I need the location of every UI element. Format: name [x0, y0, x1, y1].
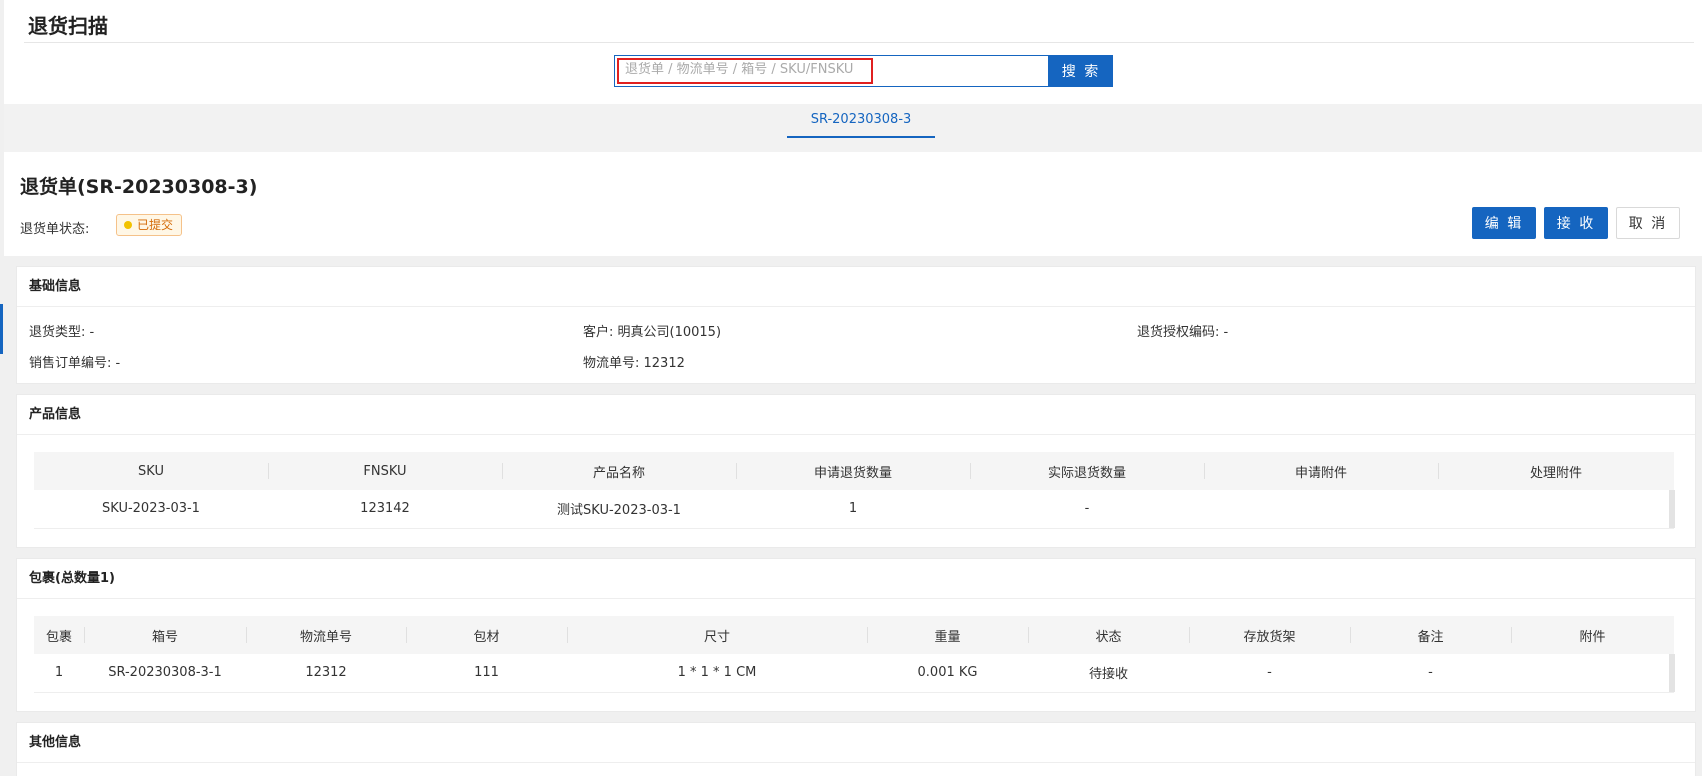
col-process-attachments: 处理附件	[1438, 452, 1674, 490]
cell-actual-qty: -	[970, 490, 1204, 529]
col-package: 包裹	[34, 616, 84, 654]
cell-weight: 0.001 KG	[867, 654, 1028, 693]
col-weight: 重量	[867, 616, 1028, 654]
col-dimensions: 尺寸	[567, 616, 867, 654]
cell-storage-shelf: -	[1189, 654, 1350, 693]
col-status: 状态	[1028, 616, 1189, 654]
col-product-name: 产品名称	[502, 452, 736, 490]
tab-strip: SR-20230308-3	[4, 104, 1702, 152]
col-box-no: 箱号	[84, 616, 246, 654]
col-actual-qty: 实际退货数量	[970, 452, 1204, 490]
table-row: 1 SR-20230308-3-1 12312 111 1 * 1 * 1 CM…	[34, 654, 1674, 693]
cell-package: 1	[34, 654, 84, 693]
search-box[interactable]	[614, 55, 1049, 87]
top-bar: 退货扫描 搜 索	[4, 0, 1702, 104]
table-row: SKU-2023-03-1 123142 测试SKU-2023-03-1 1 -	[34, 490, 1674, 529]
status-badge-text: 已提交	[137, 218, 174, 232]
status-badge: 已提交	[116, 214, 183, 236]
cell-sku: SKU-2023-03-1	[34, 490, 268, 529]
search-input[interactable]	[625, 62, 1035, 77]
search-button[interactable]: 搜 索	[1049, 55, 1113, 87]
cell-tracking-no: 12312	[246, 654, 406, 693]
cell-request-attachments	[1204, 490, 1438, 529]
document-title: 退货单(SR-20230308-3)	[20, 176, 258, 198]
sales-order-field: 销售订单编号: -	[29, 356, 121, 371]
cell-status: 待接收	[1028, 654, 1189, 693]
package-table: 包裹 箱号 物流单号 包材 尺寸 重量 状态 存放货架 备注 附件 1 SR-2…	[34, 616, 1674, 693]
product-table-scrollbar[interactable]	[1669, 490, 1675, 528]
cell-fnsku: 123142	[268, 490, 502, 529]
cancel-button[interactable]: 取 消	[1616, 207, 1680, 239]
page-title: 退货扫描	[28, 14, 108, 38]
col-packing-material: 包材	[406, 616, 567, 654]
rma-code-field: 退货授权编码: -	[1137, 325, 1229, 340]
product-info-card: 产品信息 SKU FNSKU 产品名称 申请退货数量 实际退货数量 申请附件 处…	[16, 394, 1696, 548]
document-header: 退货单(SR-20230308-3) 退货单状态: 已提交 编 辑 接 收 取 …	[4, 152, 1702, 256]
product-table-header: SKU FNSKU 产品名称 申请退货数量 实际退货数量 申请附件 处理附件	[34, 452, 1674, 490]
cell-dimensions: 1 * 1 * 1 CM	[567, 654, 867, 693]
status-dot-icon	[124, 221, 132, 229]
title-divider	[24, 42, 1694, 43]
cell-requested-qty: 1	[736, 490, 970, 529]
product-info-heading: 产品信息	[17, 395, 1695, 435]
package-table-header: 包裹 箱号 物流单号 包材 尺寸 重量 状态 存放货架 备注 附件	[34, 616, 1674, 654]
cell-remarks: -	[1350, 654, 1511, 693]
col-remarks: 备注	[1350, 616, 1511, 654]
col-request-attachments: 申请附件	[1204, 452, 1438, 490]
edit-button[interactable]: 编 辑	[1472, 207, 1536, 239]
left-accent-bar	[0, 304, 3, 354]
other-info-heading: 其他信息	[17, 723, 1695, 763]
return-type-field: 退货类型: -	[29, 325, 95, 340]
package-info-heading: 包裹(总数量1)	[17, 559, 1695, 599]
basic-info-card: 基础信息 退货类型: - 客户: 明真公司(10015) 退货授权编码: - 销…	[16, 266, 1696, 384]
basic-info-heading: 基础信息	[17, 267, 1695, 307]
col-attachments: 附件	[1511, 616, 1674, 654]
cell-attachments	[1511, 654, 1674, 693]
tracking-no-field: 物流单号: 12312	[583, 356, 685, 371]
cell-product-name: 测试SKU-2023-03-1	[502, 490, 736, 529]
cell-process-attachments	[1438, 490, 1674, 529]
package-info-card: 包裹(总数量1) 包裹 箱号 物流单号 包材 尺寸 重量 状态 存放货架 备注 …	[16, 558, 1696, 712]
other-info-card: 其他信息	[16, 722, 1696, 776]
col-tracking-no: 物流单号	[246, 616, 406, 654]
customer-field: 客户: 明真公司(10015)	[583, 325, 722, 340]
package-table-scrollbar[interactable]	[1669, 654, 1675, 692]
cell-box-no: SR-20230308-3-1	[84, 654, 246, 693]
col-storage-shelf: 存放货架	[1189, 616, 1350, 654]
col-requested-qty: 申请退货数量	[736, 452, 970, 490]
status-label: 退货单状态:	[20, 222, 90, 237]
product-table: SKU FNSKU 产品名称 申请退货数量 实际退货数量 申请附件 处理附件 S…	[34, 452, 1674, 529]
cell-packing-material: 111	[406, 654, 567, 693]
col-fnsku: FNSKU	[268, 452, 502, 490]
tab-sr-20230308-3[interactable]: SR-20230308-3	[787, 104, 935, 138]
receive-button[interactable]: 接 收	[1544, 207, 1608, 239]
col-sku: SKU	[34, 452, 268, 490]
